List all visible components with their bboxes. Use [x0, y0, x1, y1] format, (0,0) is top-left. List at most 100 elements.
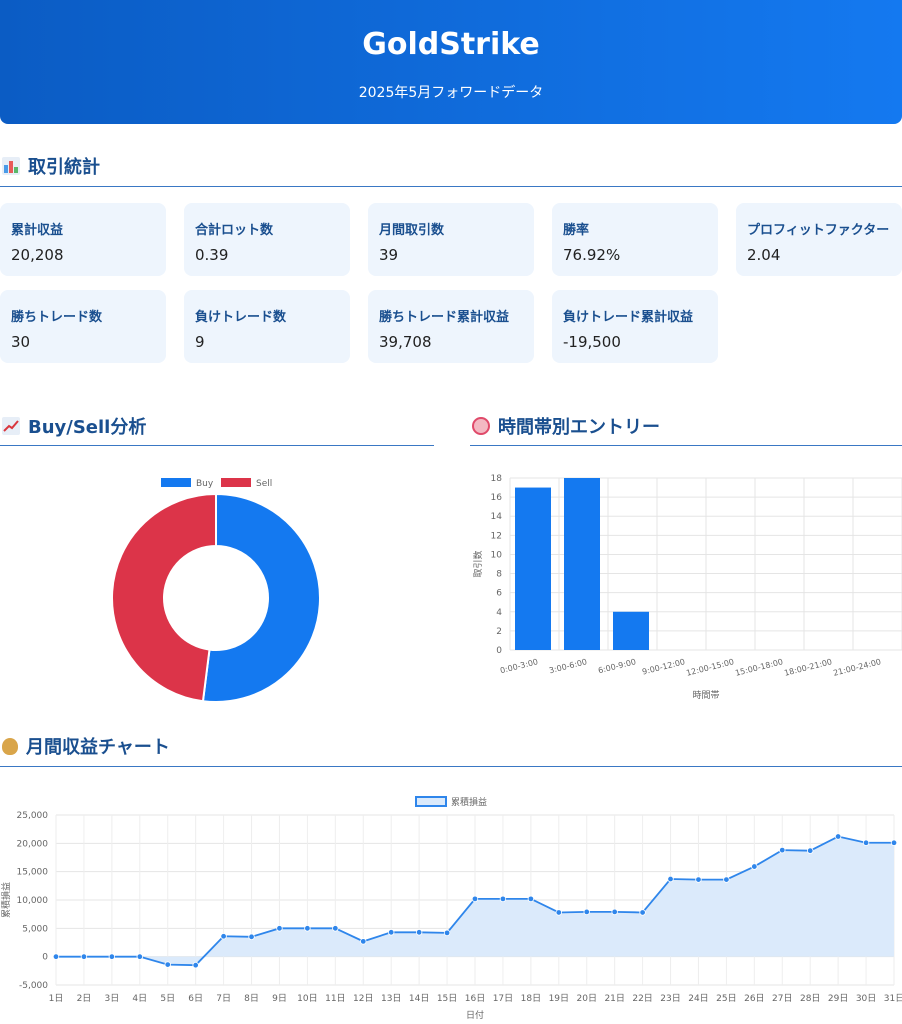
stat-card: 累計収益 20,208	[0, 203, 166, 276]
stat-card-value: 0.39	[195, 246, 229, 264]
line-xtick-label: 17日	[493, 993, 513, 1004]
bar-ytick-label: 8	[496, 570, 502, 580]
bar-xtick-label: 18:00-21:00	[783, 657, 833, 678]
line-xtick-label: 18日	[521, 993, 541, 1004]
line-xtick-label: 29日	[828, 993, 848, 1004]
line-xtick-label: 31日	[884, 993, 902, 1004]
line-point-31	[890, 839, 898, 846]
line-xtick-label: 28日	[800, 993, 820, 1004]
line-point-22	[639, 909, 646, 916]
stat-card: 勝ちトレード数 30	[0, 290, 166, 363]
stat-card: 負けトレード累計収益 -19,500	[552, 290, 718, 363]
line-xtick-label: 1日	[49, 993, 64, 1004]
stat-card: 合計ロット数 0.39	[184, 203, 350, 276]
stat-card-label: 負けトレード数	[195, 310, 287, 325]
line-point-16	[471, 895, 479, 903]
stat-card-value: 20,208	[11, 246, 64, 264]
bar-ytick-label: 4	[496, 608, 502, 618]
bar-2	[613, 611, 649, 650]
monthly-line-chart: 累積損益 -5,000 0 5,000 10,000 15,000 20,000 25,000…	[0, 796, 902, 1021]
bar-xtick-label: 12:00-15:00	[685, 657, 735, 678]
doughnut-slice-sell	[111, 492, 217, 703]
line-xtick-label: 20日	[577, 993, 597, 1004]
line-xtick-label: 30日	[856, 993, 876, 1004]
line-point-20	[583, 908, 590, 916]
stat-card-label: 勝率	[563, 223, 590, 238]
line-xtick-label: 24日	[688, 993, 708, 1004]
bar-0	[515, 487, 551, 650]
stats-section-title: 取引統計	[2, 153, 100, 179]
line-xtick-label: 14日	[409, 993, 429, 1004]
line-xtick-label: 8日	[244, 993, 259, 1004]
bar-xtick-label: 6:00-9:00	[597, 657, 637, 675]
doughnut-slice-buy	[201, 492, 321, 703]
bar-ytick-label: 2	[496, 627, 502, 637]
stat-card-value: 39,708	[379, 333, 432, 351]
stat-card-label: 勝ちトレード累計収益	[379, 310, 510, 325]
line-xtick-label: 10日	[297, 993, 317, 1004]
line-xtick-label: 11日	[325, 993, 345, 1004]
line-yaxis-label: 累積損益	[0, 882, 12, 918]
line-ytick-label: 0	[42, 953, 48, 963]
line-point-8	[248, 933, 255, 941]
stat-card-value: 76.92%	[563, 246, 621, 264]
bar-yaxis-label: 取引数	[472, 550, 484, 577]
line-point-29	[834, 833, 842, 840]
line-ytick-label: -5,000	[19, 981, 48, 991]
bar-ytick-label: 12	[491, 531, 502, 541]
line-point-7	[220, 933, 227, 940]
stat-card-label: 勝ちトレード数	[11, 310, 103, 325]
line-xtick-label: 13日	[381, 993, 401, 1004]
line-xtick-label: 15日	[437, 993, 457, 1004]
stat-card-value: -19,500	[563, 333, 621, 351]
bar-ytick-label: 14	[491, 512, 503, 522]
bar-ytick-label: 6	[496, 589, 502, 599]
bar-xtick-label: 3:00-6:00	[548, 657, 588, 675]
line-xtick-label: 19日	[549, 993, 569, 1004]
bar-xtick-label: 9:00-12:00	[641, 657, 686, 676]
line-xtick-label: 16日	[465, 993, 485, 1004]
line-point-4	[136, 953, 143, 960]
line-xtick-label: 25日	[716, 993, 736, 1004]
line-xtick-label: 21日	[604, 993, 624, 1004]
bar-xtick-label: 21:00-24:00	[832, 657, 882, 678]
line-point-6	[192, 961, 199, 969]
bar-xtick-label: 0:00-3:00	[499, 657, 539, 675]
bar-1	[564, 478, 600, 650]
line-point-30	[862, 839, 870, 846]
page-header: GoldStrike 2025年5月フォワードデータ	[0, 0, 902, 124]
line-point-14	[415, 929, 423, 936]
stat-card-label: プロフィットファクター	[747, 223, 890, 238]
line-point-24	[695, 876, 702, 883]
line-point-2	[80, 953, 88, 960]
legend-label-buy: Buy	[196, 479, 214, 489]
stat-card-value: 30	[11, 333, 31, 351]
timezone-section-title: 時間帯別エントリー	[472, 413, 660, 439]
line-ytick-label: 20,000	[17, 839, 49, 849]
line-point-12	[360, 938, 367, 945]
line-xtick-label: 27日	[772, 993, 792, 1004]
line-point-23	[667, 875, 674, 883]
stat-card-value: 9	[195, 333, 205, 351]
monthly-section-label: 月間収益チャート	[26, 737, 170, 758]
stat-card-value: 2.04	[747, 246, 781, 264]
line-legend-label: 累積損益	[451, 796, 487, 808]
timezone-divider	[470, 445, 902, 446]
line-ytick-label: 15,000	[17, 868, 49, 878]
stat-card-label: 負けトレード累計収益	[563, 310, 694, 325]
line-point-26	[751, 863, 758, 870]
chart-increasing-icon	[2, 417, 20, 435]
legend-label-sell: Sell	[256, 479, 272, 489]
buysell-divider	[0, 445, 434, 446]
line-legend-swatch	[415, 796, 447, 807]
money-bag-icon	[2, 737, 18, 755]
bar-ytick-label: 18	[491, 474, 503, 484]
line-xtick-label: 12日	[353, 993, 373, 1004]
stat-card-label: 合計ロット数	[195, 223, 274, 238]
line-point-5	[164, 961, 171, 968]
line-point-3	[108, 953, 116, 960]
timezone-section-label: 時間帯別エントリー	[498, 417, 660, 438]
line-ytick-label: 25,000	[17, 811, 49, 821]
line-point-15	[443, 929, 451, 937]
line-xtick-label: 23日	[660, 993, 680, 1004]
